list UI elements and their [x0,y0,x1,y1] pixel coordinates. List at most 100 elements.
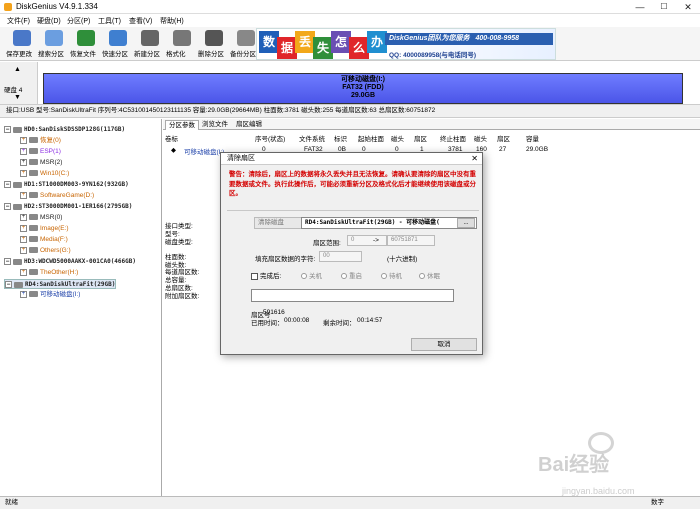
partition-bar[interactable]: 可移动磁盘(I:) FAT32 (FDD) 29.0GB [43,73,683,104]
column-header[interactable]: 卷标 [165,133,178,143]
expand-icon[interactable]: + [20,268,27,276]
expand-icon[interactable]: + [20,191,27,199]
column-header[interactable]: 序号(状态) [255,133,285,143]
tree-item-label: MSR(0) [40,214,63,221]
column-header[interactable]: 终止柱面 [440,133,466,143]
tree-item-partition[interactable]: + MSR(2) [20,158,62,168]
fill-char-input[interactable]: 00 [319,251,362,262]
menu-tools[interactable]: 工具(T) [98,16,121,26]
tree-item-partition[interactable]: + ESP(1) [20,147,61,157]
tree-item-disk[interactable]: − HD0:SanDiskSDSSDP128G(117GB) [4,125,125,135]
collapse-icon[interactable]: − [4,203,11,210]
column-header[interactable]: 磁头 [391,133,404,143]
banner-char: 丢 [295,31,315,53]
delete-partition-icon [205,30,223,46]
tab-partition-params[interactable]: 分区参数 [165,120,199,130]
collapse-icon[interactable]: − [4,181,11,188]
toolbar-label: 删除分区 [198,51,224,58]
format-button[interactable]: 格式化 [166,29,198,59]
tab-browse-files[interactable]: 浏览文件 [199,120,231,130]
expand-icon[interactable]: + [20,158,27,166]
expand-icon[interactable]: + [20,246,27,254]
search-icon [45,30,63,46]
tree-item-disk[interactable]: − HD3:WDCWD5000AAKX-001CA0(466GB) [4,257,136,267]
menu-help[interactable]: 帮助(H) [160,16,184,26]
expand-icon[interactable]: + [20,169,27,177]
dialog-close-icon[interactable]: ✕ [471,153,478,165]
table-cell[interactable]: 27 [499,146,506,153]
expand-icon[interactable]: + [20,213,27,221]
tab-sector-edit[interactable]: 扇区编辑 [233,120,265,130]
table-cell[interactable]: 29.0GB [526,146,548,153]
after-done-checkbox[interactable]: 完成后: [251,270,281,280]
column-header[interactable]: 磁头 [474,133,487,143]
tree-item-partition[interactable]: + 可移动磁盘(I:) [20,290,80,300]
tree-item-disk[interactable]: − HD1:ST1000DM003-9YN162(932GB) [4,180,129,190]
collapse-icon[interactable]: − [4,258,11,265]
toolbar-label: 备份分区 [230,51,256,58]
tree-item-partition[interactable]: + 恢复(0) [20,136,61,146]
expand-icon[interactable]: + [20,147,27,155]
fill-char-label: 填充扇区数据的字符: [255,256,316,263]
new-partition-button[interactable]: 新建分区 [134,29,166,59]
table-cell[interactable]: 可移动磁盘(I:) [184,146,224,156]
disk-selector[interactable]: ▲ 硬盘 4 ▼ [0,62,38,104]
tree-item-disk[interactable]: − HD2:ST3000DM001-1ER166(2795GB) [4,202,132,212]
menu-file[interactable]: 文件(F) [7,16,30,26]
column-header[interactable]: 扇区 [497,133,510,143]
partition-icon [29,148,38,155]
target-disk-field[interactable]: RD4:SanDiskUltraFit(29GB) - 可移动磁盘( [301,217,477,229]
tree-item-partition[interactable]: + Media(F:) [20,235,68,245]
format-icon [173,30,191,46]
close-button[interactable]: ✕ [676,0,700,14]
menu-disk[interactable]: 硬盘(D) [37,16,61,26]
collapse-icon[interactable]: − [5,281,12,288]
ad-banner[interactable]: 数据丢失怎么办 DiskGenius团队为您服务 400-008-9958 QQ… [256,28,556,60]
menu-view[interactable]: 查看(V) [129,16,152,26]
disk-info-row: 接口:USB 型号:SanDiskUltraFit 序列号:4C53100145… [0,104,700,118]
column-header[interactable]: 扇区 [414,133,427,143]
column-header[interactable]: 容量 [526,133,539,143]
maximize-button[interactable]: ☐ [652,0,676,14]
clear-sectors-dialog: 清除扇区 ✕ 警告：清除后，扇区上的数据将永久丢失并且无法恢复。请确认要清除的扇… [220,152,483,355]
recover-button[interactable]: 恢复文件 [70,29,102,59]
toolbar-label: 新建分区 [134,51,160,58]
tree-item-partition[interactable]: + SoftwareGame(D:) [20,191,94,201]
expand-icon[interactable]: + [20,224,27,232]
tree-item-label: HD3:WDCWD5000AAKX-001CA0(466GB) [24,258,136,265]
radio-hibernate[interactable]: 休眠 [419,270,440,280]
progress-bar [251,289,454,302]
range-to-input[interactable]: 60751871 [387,235,435,246]
hard-disk-icon [13,126,22,133]
tree-item-partition[interactable]: + TheOther(H:) [20,268,78,278]
range-from-input[interactable]: 0 [347,235,387,246]
arrow-up-icon[interactable]: ▲ [14,66,21,73]
menu-partition[interactable]: 分区(P) [67,16,90,26]
radio-standby[interactable]: 待机 [381,270,402,280]
radio-shutdown[interactable]: 关机 [301,270,322,280]
arrow-down-icon[interactable]: ▼ [14,94,21,101]
disk-tree[interactable]: − HD0:SanDiskSDSSDP128G(117GB) + 恢复(0) + ESP(… [0,119,162,496]
cancel-button[interactable]: 取消 [411,338,477,351]
save-button[interactable]: 保存更改 [6,29,38,59]
quick-partition-button[interactable]: 快速分区 [102,29,134,59]
expand-icon[interactable]: + [20,136,27,144]
search-button[interactable]: 搜索分区 [38,29,70,59]
tree-item-partition[interactable]: + MSR(0) [20,213,62,223]
tree-item-partition[interactable]: + Others(G:) [20,246,71,256]
expand-icon[interactable]: + [20,235,27,243]
tree-item-disk[interactable]: − RD4:SanDiskUltraFit(29GB) [4,279,117,289]
tree-item-partition[interactable]: + Image(E:) [20,224,69,234]
checkbox-box[interactable] [251,272,258,280]
minimize-button[interactable]: — [628,0,652,14]
column-header[interactable]: 标识 [334,133,347,143]
radio-restart[interactable]: 重启 [341,270,362,280]
expand-icon[interactable]: + [20,290,27,298]
column-header[interactable]: 起始柱面 [358,133,384,143]
collapse-icon[interactable]: − [4,126,11,133]
column-header[interactable]: 文件系统 [299,133,325,143]
scope-select[interactable]: 清除磁盘 [254,217,302,229]
target-browse-button[interactable]: ... [457,218,475,228]
delete-partition-button[interactable]: 删除分区 [198,29,230,59]
tree-item-partition[interactable]: + Win10(C:) [20,169,69,179]
